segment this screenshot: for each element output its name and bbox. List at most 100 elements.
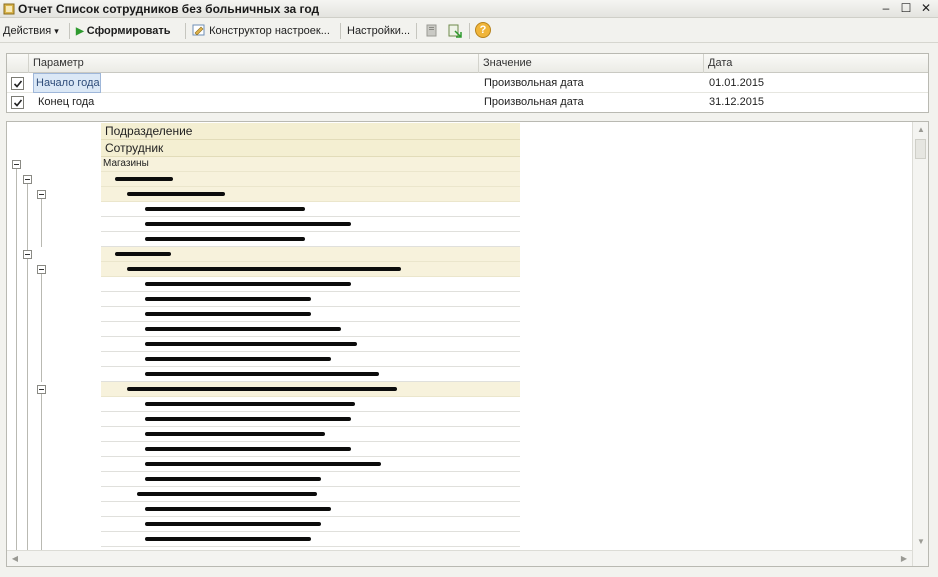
employee-row[interactable]	[101, 292, 520, 307]
redaction-mark	[145, 312, 311, 316]
scroll-up-icon[interactable]: ▲	[913, 122, 928, 138]
redaction-mark	[145, 462, 381, 466]
redaction-mark	[137, 492, 317, 496]
employee-row[interactable]	[101, 502, 520, 517]
column-header-parameter[interactable]: Параметр	[28, 54, 478, 73]
redaction-mark	[145, 327, 341, 331]
collapse-root-button[interactable]	[12, 160, 21, 169]
toolbar-separator	[416, 23, 417, 39]
redaction-mark	[145, 447, 351, 451]
redaction-mark	[127, 192, 225, 196]
redaction-mark	[145, 522, 321, 526]
checkmark-icon	[13, 99, 23, 107]
group-row-city[interactable]	[101, 172, 520, 187]
redaction-mark	[145, 297, 311, 301]
employee-row[interactable]	[101, 202, 520, 217]
vertical-scrollbar[interactable]: ▲ ▼	[912, 122, 928, 566]
employee-row[interactable]	[101, 277, 520, 292]
collapse-group-button[interactable]	[37, 385, 46, 394]
save-settings-icon[interactable]	[424, 23, 440, 39]
generate-button[interactable]: ▶ Сформировать	[76, 23, 171, 39]
group-row-store[interactable]	[101, 262, 520, 277]
header-subdivision: Подразделение	[101, 123, 520, 140]
employee-row[interactable]	[101, 322, 520, 337]
redaction-mark	[145, 372, 379, 376]
settings-button[interactable]: Настройки...	[347, 23, 410, 39]
collapse-group-button[interactable]	[23, 250, 32, 259]
tree-line	[41, 272, 42, 382]
redaction-mark	[145, 477, 321, 481]
tree-line	[27, 257, 28, 566]
actions-menu-button[interactable]: Действия ▾	[3, 23, 59, 39]
parameter-name[interactable]: Конец года	[34, 93, 94, 111]
employee-row[interactable]	[101, 472, 520, 487]
parameter-row[interactable]: Конец года Произвольная дата 31.12.2015	[7, 93, 928, 112]
parameter-value[interactable]: Произвольная дата	[480, 93, 584, 111]
close-button[interactable]: ✕	[918, 1, 934, 16]
report-document[interactable]: Подразделение Сотрудник Магазины ▲ ▼ ◀ ▶	[6, 121, 929, 567]
redaction-mark	[145, 417, 351, 421]
employee-row[interactable]	[101, 412, 520, 427]
parameter-checkbox[interactable]	[11, 96, 24, 109]
maximize-button[interactable]: ☐	[898, 1, 914, 16]
parameter-checkbox[interactable]	[11, 77, 24, 90]
constructor-icon	[192, 24, 205, 36]
group-row-store[interactable]	[101, 382, 520, 397]
toolbar-separator	[340, 23, 341, 39]
horizontal-scrollbar[interactable]: ◀ ▶	[7, 550, 912, 566]
tree-line	[41, 392, 42, 566]
column-header-value[interactable]: Значение	[478, 54, 703, 73]
redaction-mark	[127, 387, 397, 391]
redaction-mark	[115, 177, 173, 181]
group-row-city[interactable]	[101, 247, 520, 262]
employee-row[interactable]	[101, 427, 520, 442]
redaction-mark	[127, 267, 401, 271]
employee-row[interactable]	[101, 517, 520, 532]
minimize-button[interactable]: –	[878, 1, 894, 16]
employee-row[interactable]	[101, 217, 520, 232]
chevron-down-icon: ▾	[54, 26, 59, 36]
parameter-value[interactable]: Произвольная дата	[480, 74, 584, 92]
employee-row[interactable]	[101, 397, 520, 412]
employee-row[interactable]	[101, 307, 520, 322]
generate-label: Сформировать	[86, 25, 171, 37]
parameter-name[interactable]: Начало года	[33, 73, 101, 93]
parameters-table: Параметр Значение Дата Начало года Произ…	[6, 53, 929, 113]
employee-row[interactable]	[101, 487, 520, 502]
redaction-mark	[115, 252, 171, 256]
parameter-date[interactable]: 31.12.2015	[705, 93, 764, 111]
employee-row[interactable]	[101, 352, 520, 367]
redaction-mark	[145, 402, 355, 406]
play-icon: ▶	[76, 26, 84, 37]
employee-row[interactable]	[101, 232, 520, 247]
scroll-down-icon[interactable]: ▼	[913, 534, 928, 550]
header-employee: Сотрудник	[101, 140, 520, 157]
redaction-mark	[145, 342, 357, 346]
collapse-group-button[interactable]	[23, 175, 32, 184]
parameter-date[interactable]: 01.01.2015	[705, 74, 764, 92]
constructor-label: Конструктор настроек...	[209, 25, 330, 37]
column-header-date[interactable]: Дата	[703, 54, 928, 73]
load-settings-icon[interactable]	[447, 23, 463, 39]
title-bar: Отчет Список сотрудников без больничных …	[0, 0, 938, 18]
help-icon[interactable]: ?	[475, 22, 491, 38]
checkmark-icon	[13, 80, 23, 88]
tree-line	[27, 182, 28, 250]
employee-row[interactable]	[101, 457, 520, 472]
employee-row[interactable]	[101, 442, 520, 457]
collapse-group-button[interactable]	[37, 190, 46, 199]
scrollbar-thumb[interactable]	[915, 139, 926, 159]
employee-row[interactable]	[101, 532, 520, 547]
employee-row[interactable]	[101, 337, 520, 352]
settings-constructor-button[interactable]: Конструктор настроек...	[192, 23, 330, 39]
scroll-right-icon[interactable]: ▶	[896, 551, 912, 566]
group-row-root[interactable]: Магазины	[101, 157, 520, 172]
parameter-row[interactable]: Начало года Произвольная дата 01.01.2015	[7, 73, 928, 93]
group-row-store[interactable]	[101, 187, 520, 202]
redaction-mark	[145, 207, 305, 211]
employee-row[interactable]	[101, 367, 520, 382]
group-label: Магазины	[103, 158, 149, 169]
redaction-mark	[145, 432, 325, 436]
scroll-left-icon[interactable]: ◀	[7, 551, 23, 566]
collapse-group-button[interactable]	[37, 265, 46, 274]
